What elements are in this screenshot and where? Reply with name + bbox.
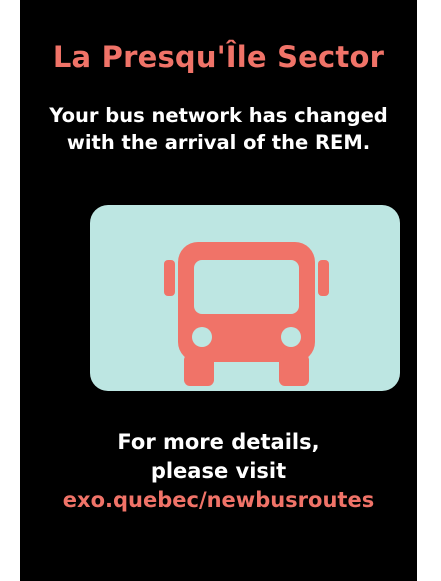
page: La Presqu'Île Sector Your bus network ha… [0, 0, 441, 581]
network-change-message: Your bus network has changed with the ar… [38, 102, 399, 156]
notice-panel: La Presqu'Île Sector Your bus network ha… [20, 0, 417, 581]
bus-card [90, 205, 400, 391]
bus-icon [164, 242, 329, 386]
sector-title: La Presqu'Île Sector [52, 40, 385, 74]
subtitle-line-2: with the arrival of the REM. [66, 131, 371, 154]
subtitle-line-1: Your bus network has changed [49, 104, 388, 127]
website-link[interactable]: exo.quebec/newbusroutes [20, 486, 417, 515]
details-line-2: please visit [150, 459, 287, 483]
more-details: For more details, please visit exo.quebe… [20, 428, 417, 515]
details-line-1: For more details, [117, 430, 320, 454]
